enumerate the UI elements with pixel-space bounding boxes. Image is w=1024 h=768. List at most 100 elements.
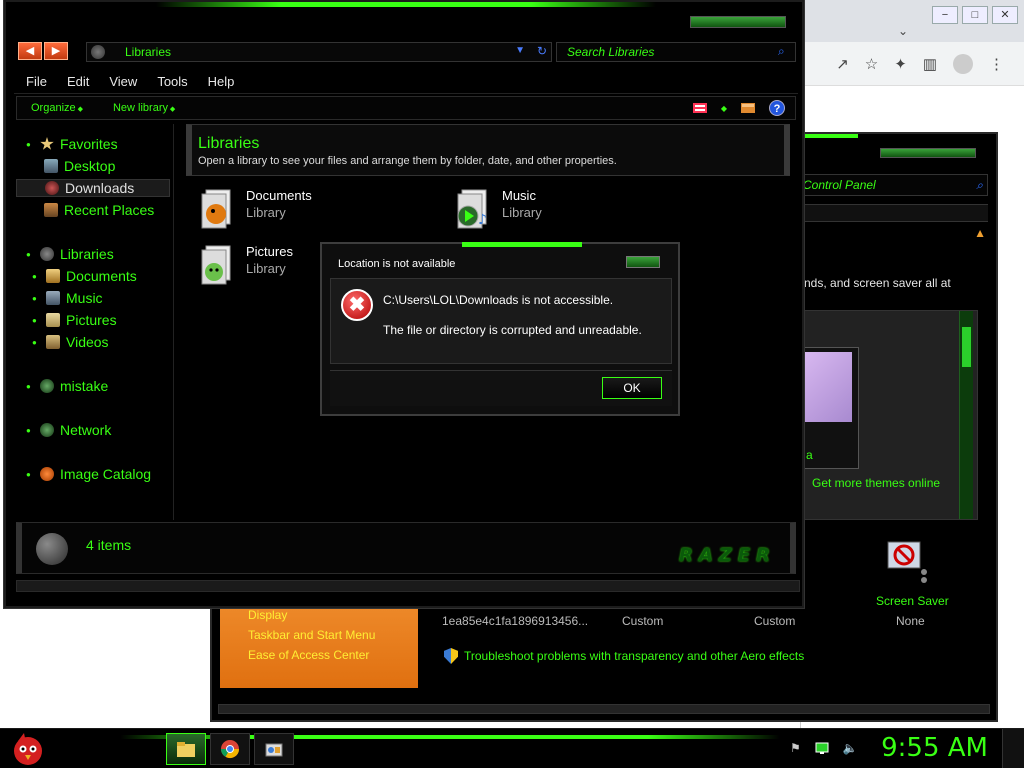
nav-libraries[interactable]: ● Libraries bbox=[26, 246, 114, 262]
browser-close-button[interactable]: ✕ bbox=[992, 6, 1018, 24]
libraries-icon bbox=[36, 533, 68, 565]
dialog-close-button[interactable] bbox=[626, 256, 660, 268]
expand-icon[interactable]: ● bbox=[32, 338, 40, 347]
nav-image-catalog[interactable]: ● Image Catalog bbox=[26, 466, 151, 482]
menu-file[interactable]: File bbox=[26, 74, 47, 89]
tab-search-chevron-icon[interactable]: ⌄ bbox=[898, 24, 908, 38]
sidebar-icon[interactable]: ▥ bbox=[923, 55, 937, 73]
nav-homegroup[interactable]: ● mistake bbox=[26, 378, 108, 394]
organize-button[interactable]: Organize bbox=[31, 102, 83, 114]
library-documents[interactable]: Documents Library bbox=[198, 188, 312, 232]
theme-caption: a bbox=[806, 448, 813, 462]
navigation-buttons: ◀ ▶ bbox=[18, 42, 68, 60]
nav-recent-places[interactable]: Recent Places bbox=[44, 202, 154, 218]
menu-icon[interactable]: ⋮ bbox=[989, 55, 1004, 73]
network-icon bbox=[40, 423, 54, 437]
preview-pane-icon[interactable] bbox=[741, 103, 755, 113]
get-more-themes-link[interactable]: Get more themes online bbox=[812, 476, 940, 490]
taskbar-chrome-button[interactable] bbox=[210, 733, 250, 765]
expand-icon[interactable]: ● bbox=[32, 316, 40, 325]
ok-button[interactable]: OK bbox=[602, 377, 662, 399]
help-icon[interactable]: ▲ bbox=[974, 226, 986, 240]
nav-music[interactable]: ● Music bbox=[32, 290, 103, 306]
start-button[interactable] bbox=[8, 731, 48, 767]
libraries-icon bbox=[40, 247, 54, 261]
search-input[interactable] bbox=[556, 42, 796, 62]
screen-saver-label[interactable]: Screen Saver bbox=[876, 594, 949, 608]
screen-saver-icon[interactable] bbox=[884, 538, 930, 584]
expand-icon[interactable]: ● bbox=[26, 382, 34, 391]
nav-pictures[interactable]: ● Pictures bbox=[32, 312, 117, 328]
share-icon[interactable]: ↗ bbox=[836, 55, 849, 73]
explorer-window-controls[interactable] bbox=[690, 16, 786, 28]
window-color-value[interactable]: Custom bbox=[622, 614, 663, 628]
show-desktop-button[interactable] bbox=[1002, 729, 1024, 768]
downloads-icon bbox=[45, 181, 59, 195]
nav-videos[interactable]: ● Videos bbox=[32, 334, 109, 350]
change-view-icon[interactable] bbox=[692, 103, 707, 113]
nav-downloads[interactable]: Downloads bbox=[16, 179, 170, 197]
cpanel-description: nds, and screen saver all at bbox=[804, 276, 951, 290]
library-music[interactable]: ♪ Music Library bbox=[454, 188, 542, 232]
network-icon[interactable] bbox=[815, 742, 829, 754]
address-path[interactable]: Libraries bbox=[125, 45, 171, 59]
dialog-glow bbox=[462, 242, 582, 247]
nav-favorites[interactable]: ● Favorites bbox=[26, 136, 118, 152]
library-pictures-name: Pictures bbox=[246, 244, 293, 259]
expand-icon[interactable]: ● bbox=[26, 426, 34, 435]
view-controls: ◆ ? bbox=[692, 100, 785, 116]
menu-tools[interactable]: Tools bbox=[157, 74, 187, 89]
expand-icon[interactable]: ● bbox=[26, 140, 34, 149]
nav-documents[interactable]: ● Documents bbox=[32, 268, 137, 284]
library-pictures[interactable]: Pictures Library bbox=[198, 244, 293, 288]
nav-videos-label: Videos bbox=[66, 334, 109, 350]
theme-preview-image bbox=[804, 352, 852, 422]
expand-icon[interactable]: ● bbox=[26, 250, 34, 259]
explorer-statusbar bbox=[16, 580, 800, 592]
chevron-down-icon[interactable]: ▼ bbox=[515, 45, 525, 56]
expand-icon[interactable]: ● bbox=[26, 470, 34, 479]
nav-network[interactable]: ● Network bbox=[26, 422, 111, 438]
display-link[interactable]: Display bbox=[248, 608, 418, 622]
browser-maximize-button[interactable]: □ bbox=[962, 6, 988, 24]
menu-help[interactable]: Help bbox=[208, 74, 235, 89]
new-library-button[interactable]: New library bbox=[113, 102, 175, 114]
address-bar[interactable]: Libraries ▼ ↻ bbox=[86, 42, 552, 62]
browser-minimize-button[interactable]: − bbox=[932, 6, 958, 24]
expand-icon[interactable]: ● bbox=[32, 272, 40, 281]
expand-icon[interactable]: ● bbox=[32, 294, 40, 303]
star-icon[interactable]: ☆ bbox=[865, 55, 878, 73]
desktop-background-value[interactable]: 1ea85e4c1fa1896913456... bbox=[442, 614, 588, 628]
theme-scrollbar-thumb[interactable] bbox=[962, 327, 971, 367]
volume-icon[interactable]: 🔈 bbox=[843, 741, 858, 755]
cpanel-window-controls[interactable] bbox=[880, 148, 976, 158]
nav-desktop-label: Desktop bbox=[64, 158, 116, 174]
search-icon[interactable]: ⌕ bbox=[778, 44, 785, 59]
view-dropdown-icon[interactable]: ◆ bbox=[721, 104, 727, 113]
theme-scrollbar[interactable] bbox=[959, 311, 973, 519]
nav-desktop[interactable]: Desktop bbox=[44, 158, 115, 174]
shield-icon bbox=[444, 648, 458, 664]
action-center-icon[interactable]: ⚑ bbox=[790, 741, 801, 755]
taskbar-explorer-button[interactable] bbox=[166, 733, 206, 765]
troubleshoot-link[interactable]: Troubleshoot problems with transparency … bbox=[444, 648, 804, 664]
forward-button[interactable]: ▶ bbox=[44, 42, 68, 60]
profile-icon[interactable] bbox=[953, 53, 973, 74]
help-icon[interactable]: ? bbox=[769, 100, 785, 116]
ease-of-access-link[interactable]: Ease of Access Center bbox=[248, 648, 418, 662]
taskbar-start-menu-link[interactable]: Taskbar and Start Menu bbox=[248, 628, 418, 642]
search-icon[interactable]: ⌕ bbox=[976, 178, 983, 193]
menu-edit[interactable]: Edit bbox=[67, 74, 89, 89]
sounds-value[interactable]: Custom bbox=[754, 614, 795, 628]
pictures-icon bbox=[46, 313, 60, 327]
refresh-icon[interactable]: ↻ bbox=[537, 44, 547, 58]
clock[interactable]: 9:55 AM bbox=[881, 733, 988, 763]
music-library-icon: ♪ bbox=[457, 189, 487, 229]
taskbar-control-panel-button[interactable] bbox=[254, 733, 294, 765]
back-button[interactable]: ◀ bbox=[18, 42, 42, 60]
theme-thumbnail[interactable]: a bbox=[799, 347, 859, 469]
nav-documents-label: Documents bbox=[66, 268, 137, 284]
menu-view[interactable]: View bbox=[109, 74, 137, 89]
cpanel-address-bar[interactable]: Control Panel ⌕ bbox=[798, 174, 988, 196]
extensions-icon[interactable]: ✦ bbox=[894, 55, 907, 73]
